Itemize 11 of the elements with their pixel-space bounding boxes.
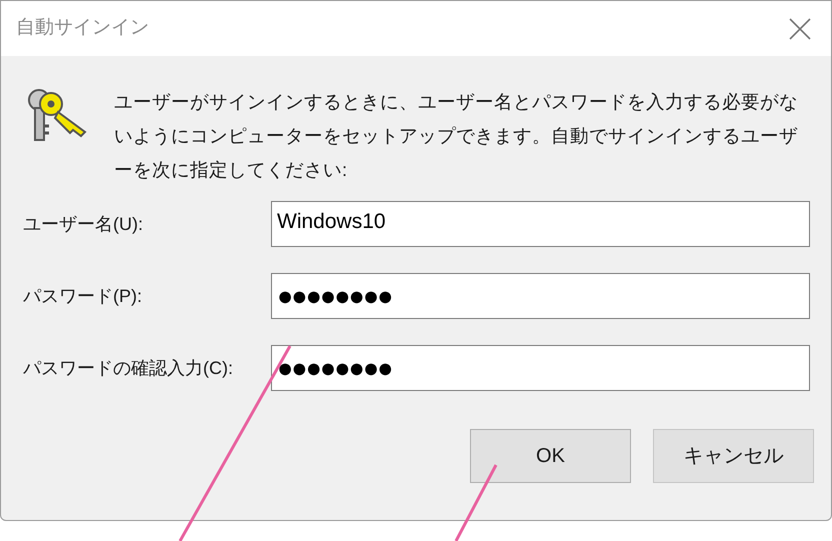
field-label: ユーザー名(U): [23, 212, 144, 236]
field-label: パスワード(P): [23, 284, 143, 308]
field-label: パスワードの確認入力(C): [23, 356, 234, 380]
close-icon[interactable] [789, 18, 811, 40]
password-field[interactable]: ●●●●●●●● [271, 345, 810, 391]
input-field[interactable]: Windows10 [271, 201, 810, 247]
dialog-button[interactable]: OK [470, 429, 631, 483]
password-field[interactable]: ●●●●●●●● [271, 273, 810, 319]
dialog-button[interactable]: キャンセル [653, 429, 814, 483]
description-text: ユーザーがサインインするときに、ユーザー名とパスワードを入力する必要がないようにコンピューターをセットアップできます。自動でサインインするユーザーを次に指定してください: [114, 90, 799, 182]
window-title: 自動サインイン [16, 16, 149, 40]
